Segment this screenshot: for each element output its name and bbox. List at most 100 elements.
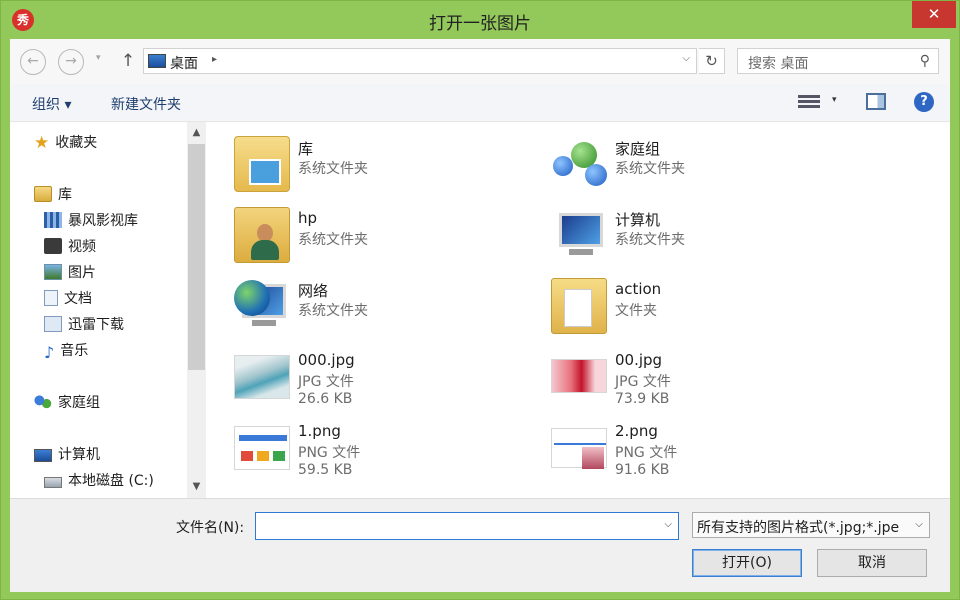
- file-size: 73.9 KB: [615, 391, 670, 407]
- computer-icon: [34, 449, 52, 462]
- file-item-computer[interactable]: 计算机 系统文件夹: [551, 207, 861, 273]
- back-button[interactable]: ←: [20, 49, 46, 75]
- nav-item-videos[interactable]: 视频: [44, 236, 96, 258]
- pictures-icon: [44, 264, 62, 280]
- view-options-icon[interactable]: [798, 93, 820, 111]
- dialog-footer: 文件名(N): ⌵ 所有支持的图片格式(*.jpg;*.jpe ⌵ 打开(O) …: [10, 498, 950, 592]
- image-thumbnail: [551, 359, 607, 393]
- file-size: 59.5 KB: [298, 462, 353, 478]
- scroll-down-arrow-icon[interactable]: ▼: [187, 476, 206, 498]
- file-item-1-png[interactable]: 1.png PNG 文件 59.5 KB: [234, 420, 544, 486]
- documents-icon: [44, 290, 58, 306]
- back-arrow-icon: ←: [27, 53, 39, 69]
- address-dropdown-icon[interactable]: ⌵: [682, 53, 690, 64]
- view-options-dropdown[interactable]: ▾: [832, 95, 837, 105]
- address-row: ← → ▾ ↑ 桌面 ▸ ⌵ ↻ 搜索 桌面 ⚲: [10, 39, 950, 84]
- recent-locations-dropdown[interactable]: ▾: [96, 53, 101, 63]
- nav-item-computer[interactable]: 计算机: [34, 444, 100, 466]
- nav-item-thunder-downloads[interactable]: 迅雷下载: [44, 314, 124, 336]
- up-button[interactable]: ↑: [118, 49, 138, 73]
- command-bar: 组织 ▾ 新建文件夹 ▾ ?: [10, 84, 950, 122]
- file-name: 计算机: [615, 211, 661, 229]
- file-name: 000.jpg: [298, 351, 355, 369]
- navigation-pane: ★ 收藏夹 库 暴风影视库 视频 图片 文档 迅雷下载 ♪ 音乐 家庭组 计算机…: [10, 122, 206, 498]
- file-type-filter-value: 所有支持的图片格式(*.jpg;*.jpe: [697, 520, 900, 536]
- file-type: 系统文件夹: [298, 303, 368, 319]
- library-folder-icon: [234, 136, 290, 192]
- file-item-action[interactable]: action 文件夹: [551, 278, 861, 344]
- computer-icon: [551, 207, 607, 263]
- file-name: hp: [298, 209, 318, 227]
- nav-item-music[interactable]: ♪ 音乐: [44, 340, 88, 362]
- new-folder-button[interactable]: 新建文件夹: [111, 94, 181, 114]
- open-button[interactable]: 打开(O): [692, 549, 802, 577]
- nav-pane-scrollbar[interactable]: ▲ ▼: [187, 122, 206, 498]
- nav-item-label: 家庭组: [58, 395, 100, 411]
- refresh-icon: ↻: [705, 52, 718, 70]
- file-type: 系统文件夹: [615, 161, 685, 177]
- forward-arrow-icon: →: [65, 53, 77, 69]
- file-item-00-jpg[interactable]: 00.jpg JPG 文件 73.9 KB: [551, 349, 861, 415]
- nav-item-label: 迅雷下载: [68, 317, 124, 333]
- file-type-filter[interactable]: 所有支持的图片格式(*.jpg;*.jpe ⌵: [692, 512, 930, 538]
- file-name: 1.png: [298, 422, 341, 440]
- filename-dropdown-icon[interactable]: ⌵: [664, 519, 672, 530]
- file-item-hp[interactable]: hp 系统文件夹: [234, 207, 544, 273]
- close-button[interactable]: ✕: [912, 1, 956, 28]
- scrollbar-thumb[interactable]: [188, 144, 205, 370]
- file-type: 文件夹: [615, 303, 657, 319]
- nav-item-label: 本地磁盘 (C:): [68, 473, 154, 489]
- file-type: 系统文件夹: [298, 232, 368, 248]
- user-folder-icon: [234, 207, 290, 263]
- breadcrumb-chevron-icon[interactable]: ▸: [212, 54, 217, 65]
- file-item-library[interactable]: 库 系统文件夹: [234, 136, 544, 202]
- nav-item-pictures[interactable]: 图片: [44, 262, 96, 284]
- forward-button[interactable]: →: [58, 49, 84, 75]
- nav-item-documents[interactable]: 文档: [44, 288, 92, 310]
- file-name: 网络: [298, 282, 329, 300]
- file-type: JPG 文件: [615, 374, 671, 390]
- nav-item-local-disk-c[interactable]: 本地磁盘 (C:): [44, 470, 154, 492]
- disk-icon: [44, 477, 62, 488]
- breadcrumb-location[interactable]: 桌面: [170, 53, 198, 73]
- file-list: 库 系统文件夹 家庭组 系统文件夹 hp 系统文件夹 计算机 系统文件夹 网络 …: [206, 122, 950, 498]
- title-bar[interactable]: 秀 打开一张图片 ✕: [1, 1, 959, 39]
- file-name: 家庭组: [615, 140, 661, 158]
- refresh-button[interactable]: ↻: [699, 48, 725, 74]
- address-bar[interactable]: 桌面 ▸ ⌵: [143, 48, 697, 74]
- filter-dropdown-icon[interactable]: ⌵: [909, 513, 929, 537]
- image-thumbnail: [234, 426, 290, 470]
- file-type: 系统文件夹: [615, 232, 685, 248]
- file-name: 00.jpg: [615, 351, 663, 369]
- dialog-body: ← → ▾ ↑ 桌面 ▸ ⌵ ↻ 搜索 桌面 ⚲ 组织 ▾ 新建文件夹 ▾ ?: [10, 39, 950, 592]
- file-item-homegroup[interactable]: 家庭组 系统文件夹: [551, 136, 861, 202]
- nav-item-libraries[interactable]: 库: [34, 184, 72, 206]
- organize-button[interactable]: 组织 ▾: [32, 94, 71, 114]
- nav-item-label: 暴风影视库: [68, 213, 138, 229]
- file-item-2-png[interactable]: 2.png PNG 文件 91.6 KB: [551, 420, 861, 486]
- music-icon: ♪: [44, 343, 55, 362]
- file-type: PNG 文件: [298, 445, 361, 461]
- search-input[interactable]: 搜索 桌面 ⚲: [737, 48, 939, 74]
- cancel-button[interactable]: 取消: [817, 549, 927, 577]
- file-item-000-jpg[interactable]: 000.jpg JPG 文件 26.6 KB: [234, 349, 544, 415]
- search-icon[interactable]: ⚲: [920, 53, 930, 69]
- nav-item-homegroup[interactable]: 家庭组: [34, 392, 100, 414]
- open-image-dialog: 秀 打开一张图片 ✕ ← → ▾ ↑ 桌面 ▸ ⌵ ↻ 搜索 桌面 ⚲ 组织 ▾: [0, 0, 960, 600]
- preview-pane-icon[interactable]: [866, 93, 886, 110]
- nav-item-label: 视频: [68, 239, 96, 255]
- help-icon[interactable]: ?: [914, 92, 934, 112]
- filename-input[interactable]: ⌵: [255, 512, 679, 540]
- star-icon: ★: [34, 133, 50, 153]
- up-arrow-icon: ↑: [120, 51, 136, 71]
- filename-label: 文件名(N):: [176, 520, 245, 536]
- download-icon: [44, 316, 62, 332]
- nav-item-film-library[interactable]: 暴风影视库: [44, 210, 138, 232]
- file-size: 91.6 KB: [615, 462, 670, 478]
- desktop-icon: [148, 54, 166, 68]
- file-name: 2.png: [615, 422, 658, 440]
- nav-item-favorites[interactable]: ★ 收藏夹: [34, 132, 97, 154]
- file-item-network[interactable]: 网络 系统文件夹: [234, 278, 544, 344]
- scroll-up-arrow-icon[interactable]: ▲: [187, 122, 206, 144]
- nav-item-label: 音乐: [60, 343, 89, 359]
